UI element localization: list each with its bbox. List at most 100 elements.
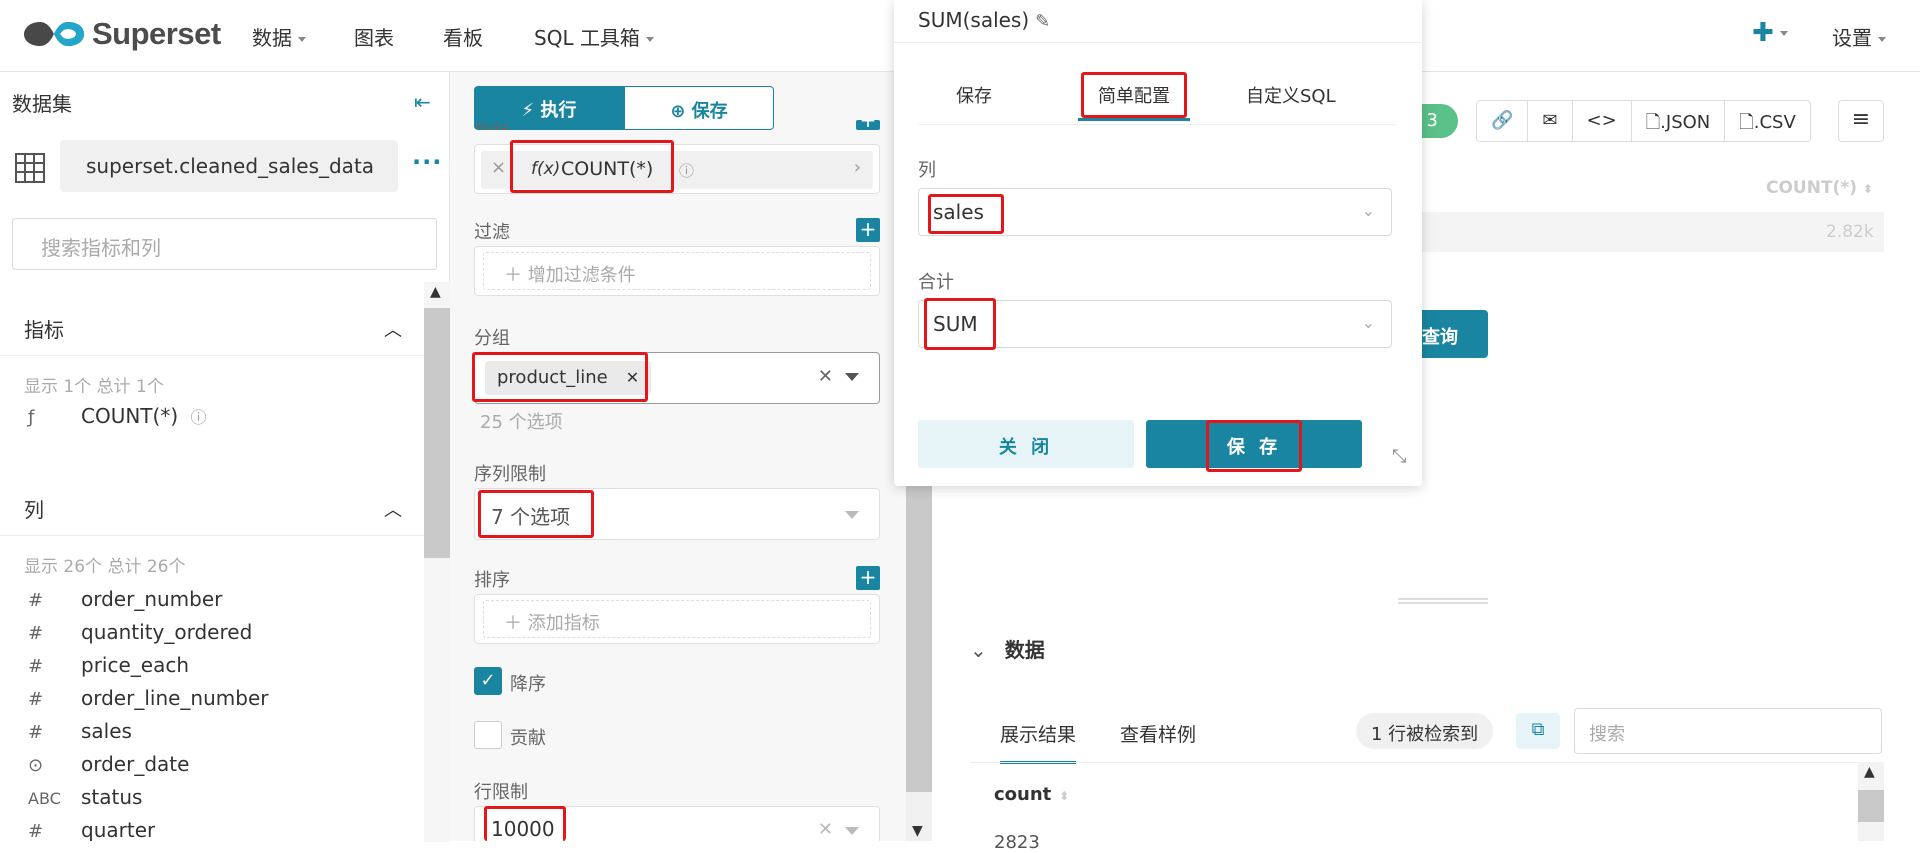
save-metric-button[interactable]: 保 存 [1146, 420, 1362, 468]
column-name: price_each [81, 653, 190, 677]
metric-title-text: SUM(sales) [918, 8, 1030, 32]
results-scrollbar[interactable]: ▲ [1858, 762, 1884, 841]
groupby-label: 分组 [474, 328, 510, 349]
add-metric-icon[interactable]: + [856, 120, 880, 130]
resize-handle[interactable] [1398, 598, 1488, 604]
caret-down-icon[interactable] [845, 373, 859, 381]
numeric-type-icon: # [28, 623, 44, 644]
superset-logo-icon [24, 22, 84, 46]
copy-link-button[interactable]: 🔗 [1477, 101, 1529, 141]
more-menu-button[interactable]: ≡ [1838, 100, 1884, 142]
embed-code-button[interactable]: <> [1573, 101, 1632, 141]
lightning-icon: ⚡ [521, 100, 541, 121]
pencil-icon[interactable]: ✎ [1035, 11, 1050, 32]
column-item[interactable]: ⊙ order_date [28, 752, 189, 782]
add-sort-icon[interactable]: + [856, 566, 880, 590]
file-icon: 🗋 [1645, 112, 1661, 133]
groupby-select[interactable]: product_line ✕ ✕ [474, 352, 880, 404]
caret-down-icon[interactable] [845, 827, 859, 835]
clear-icon[interactable]: ✕ [818, 819, 833, 840]
scrollbar-thumb[interactable] [424, 308, 450, 558]
tab-custom-sql[interactable]: 自定义SQL [1246, 82, 1336, 108]
nav-charts[interactable]: 图表 [354, 22, 394, 51]
metric-item[interactable]: ƒ COUNT(*) ⓘ [28, 404, 207, 434]
new-item-menu[interactable]: ✚ [1752, 18, 1788, 48]
metric-title[interactable]: SUM(sales) ✎ [918, 8, 1050, 32]
groupby-tag[interactable]: product_line ✕ [485, 361, 652, 395]
divider [894, 42, 1422, 43]
columns-section-header[interactable]: 列 ︿ [0, 476, 424, 536]
datasource-scrollbar[interactable]: ▲ [424, 282, 450, 842]
aggregate-select[interactable]: SUM ⌄ [918, 300, 1392, 348]
chevron-down-icon: ⌄ [970, 638, 987, 662]
row-limit-select[interactable]: 10000 ✕ [474, 806, 880, 841]
chevron-down-icon: ⌄ [1361, 313, 1375, 332]
scroll-down-icon[interactable]: ▼ [912, 823, 923, 839]
nav-data-menu[interactable]: 数据 [252, 22, 306, 51]
metrics-section-header[interactable]: 指标 ︿ [0, 296, 424, 356]
sort-icon: ⬍ [1862, 182, 1873, 196]
add-filter-dropzone[interactable]: ＋ 增加过滤条件 [483, 252, 871, 290]
more-options-icon[interactable]: ··· [412, 148, 442, 176]
column-item[interactable]: # price_each [28, 653, 189, 683]
series-limit-select[interactable]: 7 个选项 [474, 488, 880, 540]
column-name: order_date [81, 752, 190, 776]
results-column-header[interactable]: count ⬍ [994, 784, 1069, 805]
tab-saved[interactable]: 保存 [956, 82, 992, 108]
table-cell-value: 2.82k [1826, 222, 1874, 242]
nav-sqllab-menu[interactable]: SQL 工具箱 [534, 22, 654, 51]
results-search-input[interactable]: 搜索 [1574, 708, 1882, 754]
descending-checkbox[interactable]: ✓ [474, 667, 502, 695]
filter-control[interactable]: ＋ 增加过滤条件 [474, 246, 880, 296]
column-select[interactable]: sales ⌄ [918, 188, 1392, 236]
column-item[interactable]: ABC status [28, 785, 142, 815]
file-icon: 🗋 [1739, 112, 1754, 133]
function-icon: ƒ [28, 407, 35, 428]
remove-tag-icon[interactable]: ✕ [626, 368, 639, 387]
metrics-columns-search[interactable]: 搜索指标和列 [12, 218, 437, 270]
column-item[interactable]: # quarter [28, 818, 155, 841]
column-item[interactable]: # order_number [28, 587, 222, 617]
column-item[interactable]: # order_line_number [28, 686, 268, 716]
brand-name: Superset [92, 16, 221, 51]
nav-dashboards-label: 看板 [443, 26, 483, 50]
clear-icon[interactable]: ✕ [818, 366, 833, 387]
scroll-up-icon[interactable]: ▲ [430, 284, 441, 300]
tab-samples[interactable]: 查看样例 [1120, 720, 1196, 747]
add-filter-icon[interactable]: + [856, 218, 880, 242]
scrollbar-thumb[interactable] [1858, 790, 1884, 822]
chart-actions: 🔗 ✉ <> 🗋.JSON 🗋.CSV [1476, 100, 1811, 142]
filter-label: 过滤 [474, 222, 510, 243]
export-csv-button[interactable]: 🗋.CSV [1725, 101, 1810, 141]
settings-menu[interactable]: 设置 [1832, 22, 1886, 51]
data-section-toggle[interactable]: ⌄ 数据 [970, 634, 1045, 663]
metrics-count: 显示 1个 总计 1个 [24, 377, 164, 397]
superset-logo[interactable]: Superset [22, 16, 221, 52]
nav-dashboards[interactable]: 看板 [443, 22, 483, 51]
dataset-name[interactable]: superset.cleaned_sales_data [60, 140, 398, 192]
tab-results[interactable]: 展示结果 [1000, 720, 1077, 764]
results-column-label: count [994, 784, 1052, 805]
contribution-checkbox[interactable] [474, 721, 502, 749]
save-chart-button[interactable]: ⊕ 保存 [624, 86, 774, 130]
column-item[interactable]: # sales [28, 719, 132, 749]
metric-pill[interactable]: × f(x) COUNT(*) ⓘ › [481, 151, 873, 189]
resize-icon[interactable]: ⤡ [1392, 446, 1406, 467]
email-button[interactable]: ✉ [1528, 101, 1573, 141]
tab-simple[interactable]: 简单配置 [1078, 82, 1190, 121]
column-item[interactable]: # quantity_ordered [28, 620, 252, 650]
remove-icon[interactable]: × [491, 157, 506, 178]
export-json-button[interactable]: 🗋.JSON [1632, 101, 1726, 141]
metric-control[interactable]: × f(x) COUNT(*) ⓘ › [474, 144, 880, 194]
run-query-button[interactable]: 查询 [1412, 310, 1488, 358]
close-button[interactable]: 关 闭 [918, 420, 1134, 468]
scroll-up-icon[interactable]: ▲ [1864, 764, 1875, 780]
numeric-type-icon: # [28, 722, 44, 743]
sort-control[interactable]: ＋ 添加指标 [474, 594, 880, 644]
copy-button[interactable]: ⧉ [1516, 713, 1560, 749]
chevron-down-icon: ⌄ [1361, 201, 1375, 220]
aggregate-label: 合计 [918, 272, 954, 293]
add-sort-dropzone[interactable]: ＋ 添加指标 [483, 600, 871, 638]
caret-down-icon[interactable] [845, 511, 859, 519]
collapse-panel-icon[interactable]: ⇤ [414, 90, 431, 114]
